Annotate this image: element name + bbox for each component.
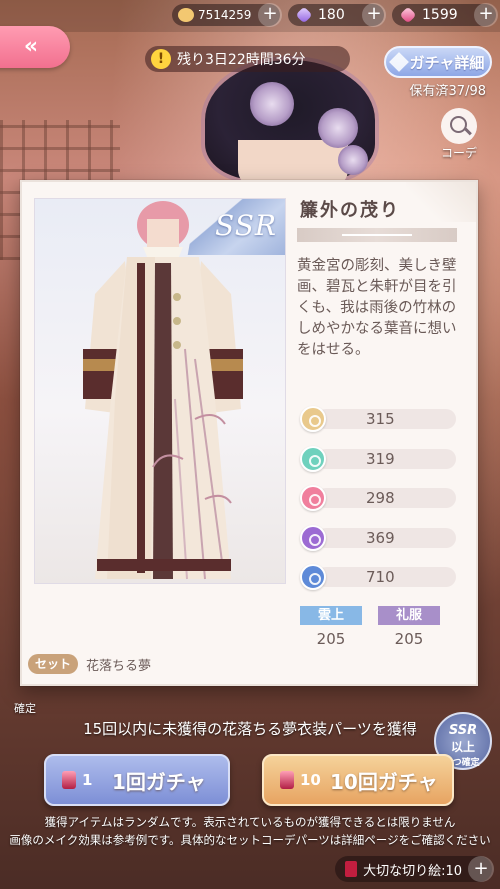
stat-value: 298 <box>366 489 395 507</box>
stat-elegant: 319 <box>300 445 460 472</box>
card-corner-decoration <box>406 182 476 222</box>
cool-icon <box>300 564 326 590</box>
pull-label: 1回ガチャ <box>112 769 206 794</box>
guarantee-info: 15回以内に未獲得の花落ちる夢衣装パーツを獲得 <box>83 720 417 738</box>
currency-purple-value: 180 <box>318 7 345 23</box>
notice-random: 獲得アイテムはランダムです。表示されているものが獲得できるとは限りません <box>44 815 456 829</box>
item-portrait: SSR <box>34 198 286 584</box>
add-pink-diamond-button[interactable]: + <box>474 3 498 27</box>
ticket-counter: 大切な切り絵:10 + <box>335 856 494 882</box>
pink-diamond-icon <box>399 6 417 24</box>
single-pull-button[interactable]: 1 1回ガチャ <box>44 754 230 806</box>
tag-value: 205 <box>394 630 424 648</box>
badge-line-2: 以上 <box>450 740 475 754</box>
paper-cut-ticket-icon <box>62 771 76 789</box>
top-bar: 7514259 + 180 + 1599 + <box>0 0 500 32</box>
stat-sexy: 369 <box>300 524 460 551</box>
currency-pink-diamond: 1599 + <box>392 3 498 27</box>
pull-cost: 10 <box>300 771 321 789</box>
add-ticket-button[interactable]: + <box>468 856 494 882</box>
gorgeous-icon <box>300 406 326 432</box>
magnifier-icon <box>441 108 477 144</box>
set-name: 花落ちる夢 <box>86 658 152 674</box>
set-badge: セット <box>28 654 78 674</box>
currency-pink-value: 1599 <box>422 7 458 23</box>
background-flower <box>318 108 358 148</box>
owned-count: 保有済37/98 <box>409 84 486 99</box>
diamond-icon <box>388 52 409 72</box>
background-flower <box>338 145 368 175</box>
currency-gold-value: 7514259 <box>198 8 252 22</box>
currency-purple-diamond: 180 + <box>288 3 386 27</box>
paper-cut-ticket-icon <box>280 771 294 789</box>
robe-illustration <box>83 201 243 580</box>
ticket-text: 大切な切り絵:10 <box>363 863 462 879</box>
notice-makeup: 画像のメイク効果は参考例です。具体的なセットコーデパーツは詳細ページをご確認くだ… <box>9 833 491 847</box>
item-detail-card: SSR 簾外の茂り 黄金宮の彫刻、美しき壁画、碧瓦と朱軒が目を引くも、我は雨後の… <box>20 180 478 686</box>
background-flower <box>250 82 294 126</box>
coordinate-label: コーデ <box>440 146 477 160</box>
item-title: 簾外の茂り <box>300 200 400 221</box>
stats-list: 315 319 298 369 710 <box>300 406 460 604</box>
coordinate-button[interactable]: コーデ <box>430 108 488 160</box>
tag-reifuku: 礼服 205 <box>378 606 440 648</box>
gacha-detail-label: ガチャ詳細 <box>409 53 485 72</box>
badge-line-1: SSR <box>448 723 478 738</box>
stat-value: 710 <box>366 568 395 586</box>
event-timer: ! 残り3日22時間36分 <box>145 46 350 72</box>
stat-gorgeous: 315 <box>300 406 460 432</box>
currency-gold: 7514259 + <box>172 3 282 27</box>
tag-value: 205 <box>316 630 346 648</box>
stat-value: 369 <box>366 528 395 547</box>
pull-label: 10回ガチャ <box>330 769 438 794</box>
pull-cost: 1 <box>82 771 93 789</box>
stat-cool: 710 <box>300 564 460 590</box>
set-info: セット 花落ちる夢 <box>28 654 151 674</box>
add-purple-diamond-button[interactable]: + <box>362 3 386 27</box>
rarity-label: SSR <box>215 209 277 242</box>
tag-unjo: 雲上 205 <box>300 606 362 648</box>
gacha-detail-button[interactable]: ガチャ詳細 <box>384 46 492 78</box>
stat-value: 315 <box>366 410 395 428</box>
elegant-icon <box>300 445 326 472</box>
stat-value: 319 <box>366 449 395 468</box>
confirm-label: 確定 <box>14 702 36 715</box>
timer-text: 残り3日22時間36分 <box>177 52 306 68</box>
title-divider <box>297 228 457 242</box>
item-description: 黄金宮の彫刻、美しき壁画、碧瓦と朱軒が目を引くも、我は雨後の竹林のしめやかなる葉… <box>297 258 457 358</box>
purple-diamond-icon <box>295 6 313 24</box>
cute-icon <box>300 485 326 511</box>
paper-cut-ticket-icon <box>345 861 358 877</box>
stat-cute: 298 <box>300 485 460 511</box>
ten-pull-button[interactable]: 10 10回ガチャ <box>262 754 454 806</box>
sexy-icon <box>300 524 326 551</box>
tag-label: 雲上 <box>300 606 362 625</box>
cat-coin-icon <box>178 8 194 22</box>
warning-icon: ! <box>151 49 171 69</box>
add-gold-button[interactable]: + <box>258 3 282 27</box>
back-button[interactable]: « <box>0 26 70 68</box>
tag-label: 礼服 <box>378 606 440 625</box>
